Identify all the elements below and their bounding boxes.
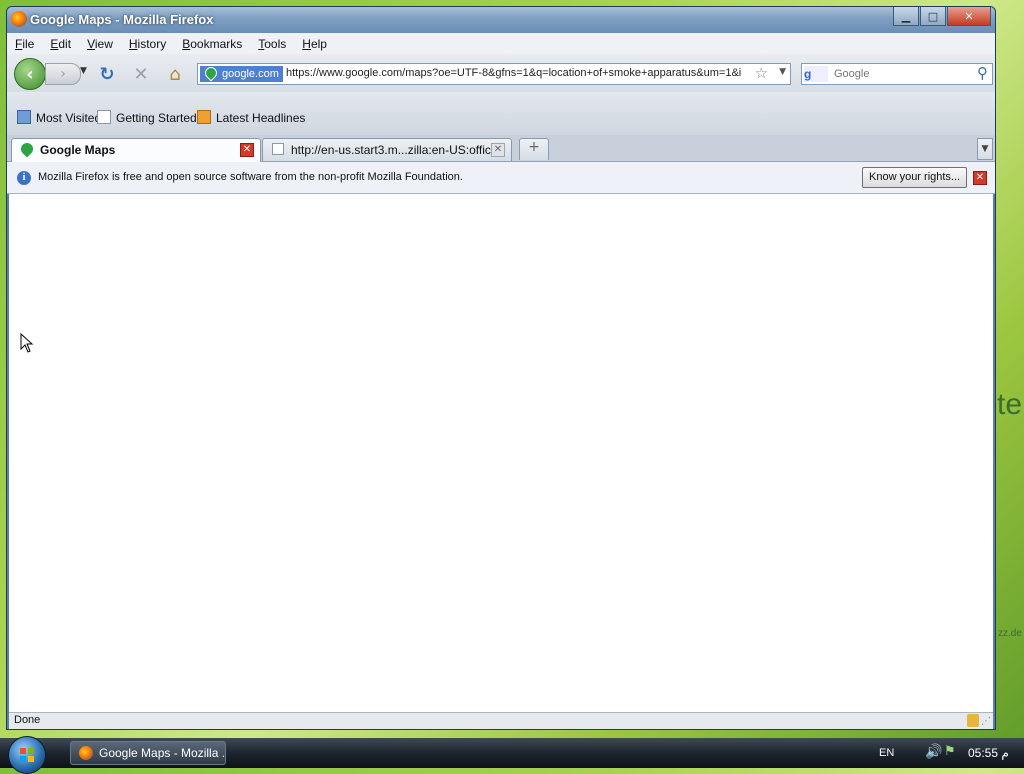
bookmark-label: Most Visited <box>36 111 102 125</box>
google-maps-pin-icon <box>202 64 220 82</box>
volume-icon[interactable]: 🔊 <box>925 744 942 760</box>
bookmarks-toolbar: Most Visited Getting Started Latest Head… <box>7 92 995 136</box>
lock-icon[interactable] <box>967 714 979 727</box>
menu-history[interactable]: History <box>129 37 166 51</box>
google-maps-pin-icon <box>18 140 36 158</box>
engine-glyph: g <box>804 67 812 81</box>
tab-strip: Google Maps ✕ http://en-us.start3.m...zi… <box>7 135 995 162</box>
menu-help[interactable]: Help <box>302 37 327 51</box>
window-title: Google Maps - Mozilla Firefox <box>30 12 214 27</box>
forward-button[interactable]: › <box>45 63 81 85</box>
taskbar: Google Maps - Mozilla ... EN 🔊 ⚑ 05:55 م <box>0 736 1024 774</box>
tab-label: Google Maps <box>40 143 116 157</box>
bookmark-label: Getting Started <box>116 111 197 125</box>
start-button[interactable] <box>8 736 46 774</box>
tab-start-page[interactable]: http://en-us.start3.m...zilla:en-US:offi… <box>262 138 512 161</box>
back-button[interactable]: ‹ <box>14 58 46 90</box>
new-tab-button[interactable]: + <box>519 138 549 160</box>
minimize-button[interactable]: ▁ <box>893 7 919 26</box>
chevron-down-icon: ▼ <box>981 144 989 154</box>
reload-icon[interactable]: ↻ <box>97 64 117 85</box>
home-icon[interactable]: ⌂ <box>165 64 185 85</box>
list-all-tabs-button[interactable]: ▼ <box>977 138 993 160</box>
url-text[interactable]: https://www.google.com/maps?oe=UTF-8&gfn… <box>286 67 748 79</box>
plus-icon: + <box>528 139 540 155</box>
bookmark-latest-headlines[interactable]: Latest Headlines <box>197 110 305 125</box>
url-dropdown-icon[interactable]: ▼ <box>779 67 786 77</box>
search-bar: g ⚲ <box>801 63 993 85</box>
notification-close-button[interactable]: ✕ <box>973 171 987 185</box>
menu-bar: File Edit View History Bookmarks Tools H… <box>7 33 995 54</box>
page-icon <box>272 143 284 155</box>
network-icon[interactable]: ⚑ <box>944 744 956 759</box>
status-bar: Done ⋰ <box>9 712 993 729</box>
tab-label: http://en-us.start3.m...zilla:en-US:offi… <box>291 143 491 157</box>
arrow-left-icon: ‹ <box>26 63 34 85</box>
bookmark-getting-started[interactable]: Getting Started <box>97 110 197 125</box>
history-dropdown-icon[interactable]: ▼ <box>80 66 87 76</box>
desktop-small-text: zz.de <box>998 628 1022 639</box>
menu-bookmarks[interactable]: Bookmarks <box>182 37 242 51</box>
bookmark-star-icon[interactable]: ☆ <box>755 64 768 82</box>
stop-icon[interactable]: ✕ <box>131 64 151 85</box>
most-visited-icon <box>17 110 31 124</box>
firefox-icon <box>79 746 93 760</box>
bookmark-label: Latest Headlines <box>216 111 306 125</box>
search-input[interactable] <box>834 66 964 82</box>
window-controls: ▁ □ ✕ <box>892 7 991 26</box>
menu-edit[interactable]: Edit <box>50 37 71 51</box>
tab-google-maps[interactable]: Google Maps ✕ <box>11 138 261 162</box>
site-identity-button[interactable]: google.com <box>200 64 283 82</box>
browser-window: Google Maps - Mozilla Firefox ▁ □ ✕ File… <box>6 6 996 730</box>
menu-file[interactable]: File <box>15 37 34 51</box>
close-button[interactable]: ✕ <box>947 7 991 26</box>
language-indicator[interactable]: EN <box>879 747 894 759</box>
tab-close-button[interactable]: ✕ <box>491 143 505 157</box>
title-bar[interactable]: Google Maps - Mozilla Firefox ▁ □ ✕ <box>7 7 995 33</box>
taskbar-button-label: Google Maps - Mozilla ... <box>99 746 226 760</box>
page-icon <box>97 110 111 124</box>
navigation-toolbar: ‹ › ▼ ↻ ✕ ⌂ google.com https://www.googl… <box>7 54 995 92</box>
page-content[interactable] <box>9 194 993 712</box>
resize-grip-icon[interactable]: ⋰ <box>981 716 991 727</box>
url-bar[interactable]: google.com https://www.google.com/maps?o… <box>197 63 791 85</box>
firefox-icon <box>11 11 27 27</box>
maximize-button[interactable]: □ <box>920 7 946 26</box>
info-icon: i <box>17 171 31 185</box>
tab-close-button[interactable]: ✕ <box>240 143 254 157</box>
notification-text: Mozilla Firefox is free and open source … <box>38 171 463 183</box>
desktop-text: te <box>997 388 1023 421</box>
notification-bar: i Mozilla Firefox is free and open sourc… <box>7 162 995 194</box>
menu-view[interactable]: View <box>87 37 113 51</box>
clock[interactable]: 05:55 م <box>968 746 1009 760</box>
know-your-rights-button[interactable]: Know your rights... <box>862 167 968 188</box>
google-search-engine-icon[interactable]: g <box>804 66 828 82</box>
arrow-right-icon: › <box>60 66 66 82</box>
site-identity-label: google.com <box>222 68 279 80</box>
menu-tools[interactable]: Tools <box>258 37 286 51</box>
rss-icon <box>197 110 211 124</box>
magnifier-icon[interactable]: ⚲ <box>977 64 988 82</box>
bookmark-most-visited[interactable]: Most Visited <box>17 110 101 125</box>
status-text: Done <box>14 714 41 726</box>
windows-logo-icon <box>20 748 34 762</box>
taskbar-firefox-button[interactable]: Google Maps - Mozilla ... <box>70 741 226 765</box>
